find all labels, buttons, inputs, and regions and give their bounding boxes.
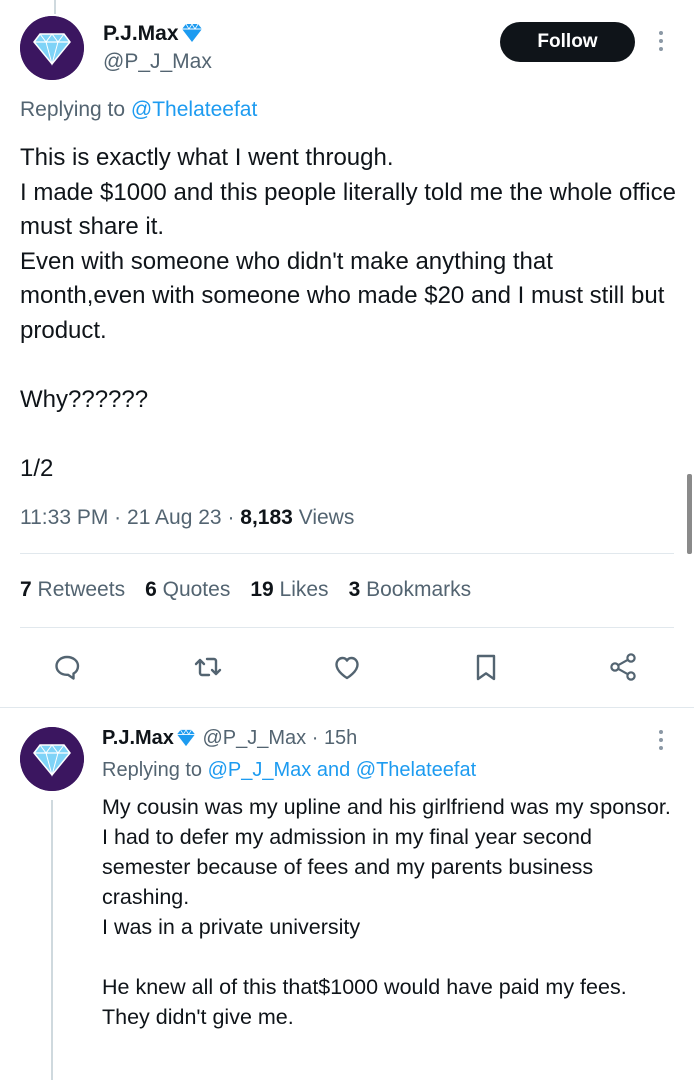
tweet-text-content: This is exactly what I went through. I m… [20,144,676,482]
tweet-date[interactable]: 21 Aug 23 [127,506,222,529]
replying-to-link[interactable]: @Thelateefat [356,759,476,781]
reply-text-content: My cousin was my upline and his girlfrie… [102,795,671,1029]
meta-separator: · [114,506,122,529]
scrollbar[interactable] [687,474,692,554]
divider [20,627,674,628]
replying-prefix: Replying to [20,98,131,121]
diamond-logo-icon [20,727,84,791]
like-icon[interactable] [331,651,363,683]
verified-diamond-icon [176,729,195,747]
meta-separator: · [311,727,319,749]
reply-icon[interactable] [51,651,83,683]
avatar[interactable] [20,16,84,80]
share-icon[interactable] [607,651,639,683]
thread-connector-top [54,0,56,14]
reply-more-options-icon[interactable] [656,730,666,750]
retweets-stat[interactable]: 7 Retweets [20,578,125,602]
views-label: Views [298,506,355,529]
reply-header: P.J.Max @P_J_Max · 15h [102,727,357,750]
quotes-stat[interactable]: 6 Quotes [145,578,230,602]
verified-diamond-icon [181,23,202,42]
tweet-stats: 7 Retweets 6 Quotes 19 Likes 3 Bookmarks [20,578,471,602]
likes-stat[interactable]: 19 Likes [250,578,328,602]
replying-to-link[interactable]: @P_J_Max [208,759,312,781]
bookmarks-stat[interactable]: 3 Bookmarks [349,578,472,602]
reply-author-handle[interactable]: @P_J_Max [202,727,306,749]
reply-replying-to: Replying to @P_J_Max and @Thelateefat [102,759,477,781]
replying-to: Replying to @Thelateefat [20,98,257,122]
more-options-icon[interactable] [656,31,666,51]
reply-avatar[interactable] [20,727,84,791]
section-divider [0,707,694,708]
reply-age[interactable]: 15h [324,727,357,749]
divider [20,553,674,554]
author-handle[interactable]: @P_J_Max [103,50,212,74]
tweet-meta: 11:33 PM · 21 Aug 23 · 8,183 Views [20,506,354,530]
views-count: 8,183 [240,506,293,529]
reply-author-name[interactable]: P.J.Max [102,727,174,749]
meta-separator: · [227,506,235,529]
tweet-text: This is exactly what I went through. I m… [20,141,680,486]
retweet-icon[interactable] [192,651,224,683]
reply-text: My cousin was my upline and his girlfrie… [102,792,682,1032]
tweet-time[interactable]: 11:33 PM [20,506,108,529]
bookmark-icon[interactable] [470,651,502,683]
replying-to-link[interactable]: @Thelateefat [131,98,257,121]
diamond-logo-icon [20,16,84,80]
thread-connector [51,800,53,1080]
author-name[interactable]: P.J.Max [103,22,204,46]
author-name-text: P.J.Max [103,22,179,45]
follow-button[interactable]: Follow [500,22,635,62]
